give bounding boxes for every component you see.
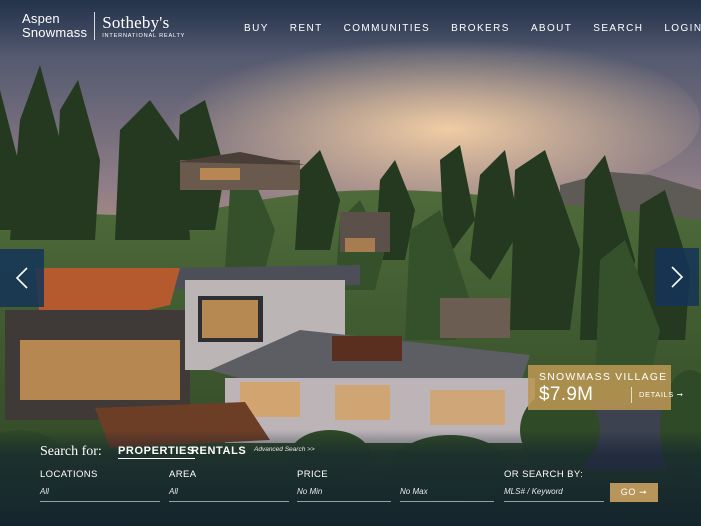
nav-communities[interactable]: COMMUNITIES — [344, 23, 431, 34]
go-button[interactable]: GO ➞ — [610, 483, 658, 502]
chevron-right-icon — [671, 266, 684, 288]
price-min-select[interactable]: No Min — [297, 485, 391, 502]
price-label: PRICE — [297, 469, 329, 480]
search-panel — [0, 430, 701, 526]
locations-select[interactable]: All — [40, 485, 160, 502]
tab-properties[interactable]: PROPERTIES — [118, 445, 195, 459]
keyword-input[interactable]: MLS# / Keyword — [504, 485, 604, 502]
listing-price: $7.9M — [539, 384, 594, 405]
featured-listing-badge[interactable]: SNOWMASS VILLAGE $7.9M DETAILS ➞ — [528, 365, 683, 410]
tab-rentals[interactable]: RENTALS — [191, 445, 246, 457]
search-for-label: Search for: — [40, 444, 102, 459]
site-header: Aspen Snowmass Sotheby's INTERNATIONAL R… — [0, 0, 701, 54]
nav-search[interactable]: SEARCH — [593, 23, 643, 34]
advanced-search-link[interactable]: Advanced Search >> — [254, 446, 315, 453]
nav-about[interactable]: ABOUT — [531, 23, 572, 34]
logo-line2: Snowmass — [22, 25, 88, 40]
or-search-by-label: OR SEARCH BY: — [504, 469, 584, 480]
main-nav: BUY RENT COMMUNITIES BROKERS ABOUT SEARC… — [244, 21, 701, 35]
slider-next-button[interactable] — [655, 248, 699, 306]
nav-rent[interactable]: RENT — [290, 23, 323, 34]
area-label: AREA — [169, 469, 197, 480]
locations-label: LOCATIONS — [40, 469, 98, 480]
logo-divider — [94, 12, 96, 40]
listing-details-link[interactable]: DETAILS ➞ — [639, 390, 683, 399]
logo[interactable]: Aspen Snowmass Sotheby's INTERNATIONAL R… — [22, 12, 185, 40]
badge-divider — [631, 387, 632, 403]
logo-subtitle: INTERNATIONAL REALTY — [102, 32, 186, 39]
nav-login[interactable]: LOGIN — [664, 23, 701, 34]
slider-prev-button[interactable] — [0, 249, 44, 307]
chevron-left-icon — [15, 267, 28, 289]
area-select[interactable]: All — [169, 485, 289, 502]
logo-line1: Aspen — [22, 11, 60, 26]
nav-buy[interactable]: BUY — [244, 23, 269, 34]
logo-brand: Sotheby's — [102, 12, 170, 32]
nav-brokers[interactable]: BROKERS — [451, 23, 510, 34]
price-max-select[interactable]: No Max — [400, 485, 494, 502]
logo-location: Aspen Snowmass — [22, 12, 87, 40]
logo-brand-block: Sotheby's INTERNATIONAL REALTY — [102, 14, 185, 39]
listing-area: SNOWMASS VILLAGE — [539, 371, 668, 383]
